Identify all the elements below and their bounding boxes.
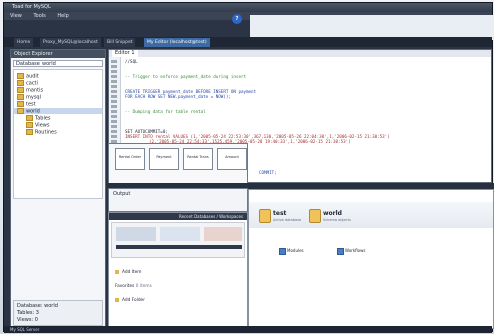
line-number bbox=[111, 60, 117, 63]
thumbnail[interactable] bbox=[116, 227, 156, 241]
object-explorer: Object Explorer Database world audit cac… bbox=[10, 49, 106, 329]
document-tab-bar: Home Proxy_MySQL@localhost Bill Snippet … bbox=[4, 37, 492, 47]
detail-line: Views: 0 bbox=[17, 317, 38, 323]
line-number bbox=[111, 125, 117, 128]
code-line: //SQL bbox=[125, 59, 138, 64]
tree-item[interactable]: audit bbox=[17, 73, 39, 80]
thumbnail-strip bbox=[111, 222, 245, 258]
list-item-favorites[interactable]: Favorites 0 items bbox=[115, 283, 152, 290]
line-number bbox=[111, 105, 117, 108]
folder-icon bbox=[26, 122, 33, 128]
tab-my-editor[interactable]: My Editor (localhost@test) bbox=[144, 38, 210, 47]
diagram-node[interactable]: Amount bbox=[217, 148, 247, 170]
line-number bbox=[111, 90, 117, 93]
tree-item[interactable]: Routines bbox=[26, 129, 57, 136]
editor-tab-strip: Editor 1 bbox=[109, 50, 491, 57]
folder-icon bbox=[26, 129, 33, 135]
thumbnail[interactable] bbox=[204, 227, 242, 241]
workspace-list-title: Recent Databases / Workspaces bbox=[109, 213, 247, 220]
diagram-node[interactable]: Rental Trans bbox=[183, 148, 213, 170]
line-number bbox=[111, 65, 117, 68]
progress-strip bbox=[116, 245, 242, 249]
menu-tools[interactable]: Tools bbox=[33, 13, 45, 19]
list-item-add-folder[interactable]: Add Folder bbox=[115, 297, 145, 304]
database-icon bbox=[259, 209, 271, 223]
object-details: Database: world Tables: 3 Views: 0 bbox=[13, 300, 103, 326]
menu-help[interactable]: Help bbox=[57, 13, 68, 19]
database-name[interactable]: world bbox=[323, 210, 342, 217]
database-name[interactable]: test bbox=[273, 210, 286, 217]
workspace-list: Recent Databases / Workspaces Add Item F… bbox=[108, 212, 248, 329]
database-label: Database bbox=[16, 61, 40, 67]
tree-item[interactable]: mysql bbox=[17, 94, 41, 101]
add-icon bbox=[115, 269, 119, 274]
code-line: COMMIT; bbox=[259, 170, 277, 175]
detail-line: Tables: 3 bbox=[17, 310, 39, 316]
folder-icon bbox=[17, 94, 24, 100]
query-diagram[interactable]: Rental Order Payment Rental Trans Amount bbox=[108, 143, 248, 187]
database-selector[interactable]: Database world bbox=[13, 60, 103, 67]
object-explorer-title: Object Explorer bbox=[11, 50, 105, 58]
folder-icon bbox=[17, 73, 24, 79]
database-value: world bbox=[42, 61, 56, 67]
output-panel: Output bbox=[108, 188, 248, 212]
tree-item[interactable]: cacti bbox=[17, 80, 38, 87]
line-number bbox=[111, 115, 117, 118]
line-number bbox=[111, 110, 117, 113]
line-number bbox=[111, 100, 117, 103]
line-number bbox=[111, 80, 117, 83]
line-number bbox=[111, 95, 117, 98]
workflows-icon bbox=[337, 248, 344, 255]
window-title: Toad for MySQL bbox=[4, 3, 492, 12]
line-number bbox=[111, 120, 117, 123]
tab-proxy[interactable]: Proxy_MySQL@localhost bbox=[40, 38, 101, 47]
diagram-node[interactable]: Rental Order bbox=[115, 148, 145, 170]
database-header: test Active database world Schema object… bbox=[249, 202, 493, 228]
tree-item-selected[interactable]: world bbox=[14, 108, 102, 115]
line-number bbox=[111, 85, 117, 88]
tree-item[interactable]: test bbox=[17, 101, 36, 108]
folder-icon bbox=[17, 87, 24, 93]
line-number bbox=[111, 135, 117, 138]
list-item-add-item[interactable]: Add Item bbox=[115, 269, 141, 276]
workflows-link[interactable]: Workflows bbox=[345, 248, 365, 253]
database-icon bbox=[309, 209, 321, 223]
line-number bbox=[111, 75, 117, 78]
thumbnail[interactable] bbox=[160, 227, 200, 241]
editor-tab[interactable]: Editor 1 bbox=[112, 50, 138, 57]
tree-item[interactable]: mantis bbox=[17, 87, 43, 94]
database-subtitle: Schema objects bbox=[323, 218, 351, 222]
status-bar: My SQL Server bbox=[4, 326, 492, 333]
folder-icon bbox=[115, 297, 119, 302]
code-line: -- Trigger to enforce payment_date durin… bbox=[125, 74, 247, 79]
tree-item[interactable]: Views bbox=[26, 122, 49, 129]
menu-view[interactable]: View bbox=[10, 13, 22, 19]
folder-icon bbox=[26, 115, 33, 121]
tab-bill-snippet[interactable]: Bill Snippet bbox=[104, 38, 136, 47]
object-tree: audit cacti mantis mysql test world Tabl… bbox=[13, 69, 103, 199]
detail-line: Database: world bbox=[17, 303, 58, 309]
database-subtitle: Active database bbox=[273, 218, 302, 222]
line-number bbox=[111, 130, 117, 133]
modules-icon bbox=[279, 248, 286, 255]
code-line: FOR EACH ROW SET NEW.payment_date = NOW(… bbox=[125, 94, 231, 99]
help-icon[interactable]: ? bbox=[232, 14, 242, 24]
folder-icon bbox=[17, 80, 24, 86]
diagram-node[interactable]: Payment bbox=[149, 148, 179, 170]
folder-icon bbox=[17, 108, 24, 114]
tab-home[interactable]: Home bbox=[14, 38, 34, 47]
modules-link[interactable]: Modules bbox=[287, 248, 304, 253]
database-panel: test Active database world Schema object… bbox=[248, 189, 494, 329]
line-number bbox=[111, 70, 117, 73]
output-title: Output bbox=[113, 191, 131, 197]
main-window: Toad for MySQL View Tools Help ? Home Pr… bbox=[3, 2, 494, 333]
tree-item[interactable]: Tables bbox=[26, 115, 51, 122]
folder-icon bbox=[17, 101, 24, 107]
code-line: -- Dumping data for table rental bbox=[125, 109, 206, 114]
